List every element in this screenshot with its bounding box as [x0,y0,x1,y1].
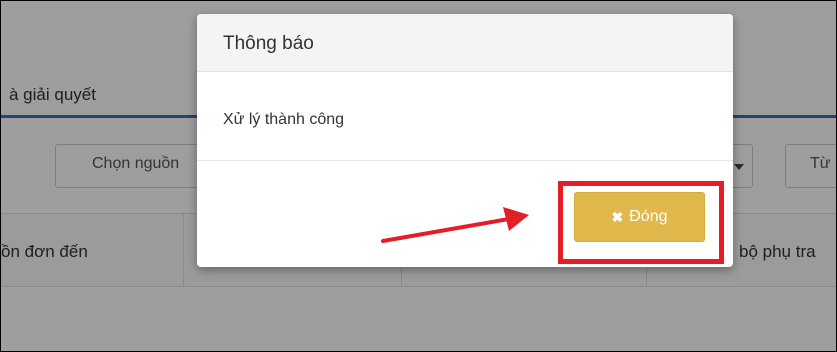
close-button-label: Đóng [629,208,668,225]
dialog-message: Xử lý thành công [223,111,345,128]
close-button[interactable]: ✖ Đóng [574,192,705,242]
red-arrow-icon [381,207,529,243]
dialog-title: Thông báo [223,33,314,54]
dialog-footer-divider [197,160,733,161]
screenshot-frame: à giải quyết Chọn nguồn Từ ồn đơn đến bộ… [0,0,837,352]
dialog-header: Thông báo [197,14,733,72]
close-icon: ✖ [611,209,624,225]
